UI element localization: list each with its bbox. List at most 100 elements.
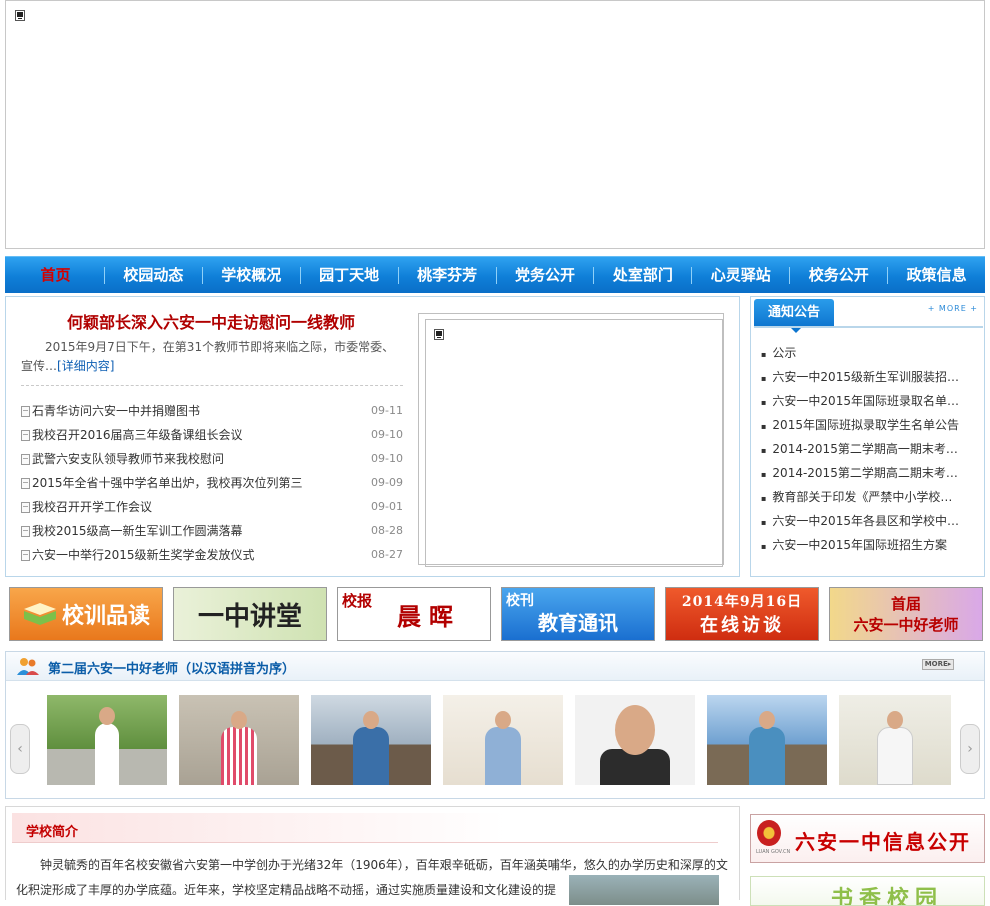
- person-figure: [749, 727, 785, 785]
- teachers-title: 第二届六安一中好老师（以汉语拼音为序）: [48, 662, 296, 677]
- notice-more-link[interactable]: + MORE +: [928, 304, 978, 313]
- notice-item[interactable]: 教育部关于印发《严禁中小学校…: [761, 485, 976, 509]
- info-disclosure-label: 六安一中信息公开: [795, 830, 971, 854]
- teachers-more-button[interactable]: MORE▸: [922, 659, 954, 670]
- nav-policy[interactable]: 政策信息: [888, 257, 985, 294]
- document-icon: [21, 549, 30, 561]
- good-teacher-banner[interactable]: 首届 六安一中好老师: [829, 587, 983, 641]
- person-head: [759, 711, 775, 729]
- list-item[interactable]: 石青华访问六安一中并捐赠图书 09-11: [21, 399, 403, 423]
- notice-item[interactable]: 公示: [761, 341, 976, 365]
- newspaper-banner[interactable]: 校报 晨晖: [337, 587, 491, 641]
- nav-party-affairs[interactable]: 党务公开: [497, 257, 594, 294]
- nav-departments[interactable]: 处室部门: [594, 257, 691, 294]
- journal-banner[interactable]: 校刊 教育通讯: [501, 587, 655, 641]
- tab-notices[interactable]: 通知公告: [754, 299, 834, 333]
- nav-school-affairs[interactable]: 校务公开: [790, 257, 887, 294]
- teacher-photo[interactable]: [839, 695, 951, 785]
- news-summary: 2015年9月7日下午，在第31个教师节即将来临之际，市委常委、宣传…[详细内容…: [21, 338, 401, 376]
- people-icon: [17, 658, 39, 675]
- news-title[interactable]: 我校召开开学工作会议: [32, 495, 369, 519]
- document-icon: [21, 453, 30, 465]
- list-item[interactable]: 武警六安支队领导教师节来我校慰问 09-10: [21, 447, 403, 471]
- document-icon: [21, 477, 30, 489]
- teacher-photo[interactable]: [575, 695, 695, 785]
- news-title[interactable]: 武警六安支队领导教师节来我校慰问: [32, 447, 369, 471]
- news-headline[interactable]: 何颖部长深入六安一中走访慰问一线教师: [6, 309, 416, 333]
- lecture-banner-label: 一中讲堂: [197, 601, 302, 632]
- news-photo-frame[interactable]: [418, 313, 724, 567]
- nav-school-overview[interactable]: 学校概况: [203, 257, 300, 294]
- lecture-banner[interactable]: 一中讲堂: [173, 587, 327, 641]
- nav-teachers[interactable]: 园丁天地: [301, 257, 398, 294]
- news-title[interactable]: 2015年全省十强中学名单出炉，我校再次位列第三: [32, 471, 369, 495]
- nav-alumni[interactable]: 桃李芬芳: [399, 257, 496, 294]
- school-intro: 学校简介 钟灵毓秀的百年名校安徽省六安第一中学创办于光绪32年（1906年），百…: [5, 806, 740, 905]
- info-disclosure-banner[interactable]: LUAN GOV.CN 六安一中信息公开: [750, 814, 985, 863]
- teacher-photo[interactable]: [47, 695, 167, 785]
- motto-banner-label: 校训品读: [61, 603, 150, 629]
- notice-item[interactable]: 六安一中2015年各县区和学校中…: [761, 509, 976, 533]
- news-date: 08-27: [371, 548, 403, 561]
- motto-banner[interactable]: 校训品读: [9, 587, 163, 641]
- person-head: [615, 705, 655, 755]
- person-figure: [877, 727, 913, 785]
- teacher-photo[interactable]: [179, 695, 299, 785]
- teacher-photo[interactable]: [707, 695, 827, 785]
- notice-item[interactable]: 六安一中2015级新生军训服装招…: [761, 365, 976, 389]
- document-icon: [21, 405, 30, 417]
- divider: [754, 326, 983, 328]
- newspaper-banner-small: 校报: [342, 592, 373, 610]
- person-head: [495, 711, 511, 729]
- list-item[interactable]: 我校召开2016届高三年级备课组长会议 09-10: [21, 423, 403, 447]
- news-date: 09-01: [371, 500, 403, 513]
- scroll-right-button[interactable]: ›: [960, 724, 980, 774]
- nav-psychology[interactable]: 心灵驿站: [692, 257, 789, 294]
- notice-item[interactable]: 2014-2015第二学期高一期末考…: [761, 437, 976, 461]
- notice-item[interactable]: 2015年国际班拟录取学生名单公告: [761, 413, 976, 437]
- news-panel: 何颖部长深入六安一中走访慰问一线教师 2015年9月7日下午，在第31个教师节即…: [5, 296, 740, 577]
- person-head: [99, 707, 115, 725]
- news-title[interactable]: 我校2015级高一新生军训工作圆满落幕: [32, 519, 369, 543]
- news-title[interactable]: 我校召开2016届高三年级备课组长会议: [32, 423, 369, 447]
- teacher-photo[interactable]: [311, 695, 431, 785]
- list-item[interactable]: 我校召开开学工作会议 09-01: [21, 495, 403, 519]
- news-date: 09-11: [371, 404, 403, 417]
- divider: [21, 385, 403, 386]
- list-item[interactable]: 六安一中举行2015级新生奖学金发放仪式 08-27: [21, 543, 403, 567]
- person-head: [363, 711, 379, 729]
- notice-list: 公示 六安一中2015级新生军训服装招… 六安一中2015年国际班录取名单… 2…: [761, 341, 976, 557]
- scroll-left-button[interactable]: ‹: [10, 724, 30, 774]
- list-item[interactable]: 我校2015级高一新生军训工作圆满落幕 08-28: [21, 519, 403, 543]
- list-item[interactable]: 2015年全省十强中学名单出炉，我校再次位列第三 09-09: [21, 471, 403, 495]
- detail-link[interactable]: [详细内容]: [57, 359, 114, 373]
- person-figure: [353, 727, 389, 785]
- document-icon: [21, 501, 30, 513]
- notice-item[interactable]: 六安一中2015年国际班招生方案: [761, 533, 976, 557]
- broken-image-icon: [15, 10, 25, 21]
- interview-label: 在线访谈: [700, 615, 784, 636]
- notice-item[interactable]: 2014-2015第二学期高二期末考…: [761, 461, 976, 485]
- newspaper-banner-label: 晨晖: [397, 601, 461, 631]
- news-title[interactable]: 六安一中举行2015级新生奖学金发放仪式: [32, 543, 369, 567]
- news-title[interactable]: 石青华访问六安一中并捐赠图书: [32, 399, 369, 423]
- scholarly-campus-banner[interactable]: 书香校园: [750, 876, 985, 906]
- news-photo: [425, 319, 723, 567]
- intro-text: 钟灵毓秀的百年名校安徽省六安第一中学创办于光绪32年（1906年），百年艰辛砥砺…: [16, 858, 728, 897]
- person-figure: [485, 727, 521, 785]
- person-figure: [221, 727, 257, 785]
- journal-banner-label: 教育通讯: [538, 610, 618, 635]
- good-teacher-banner-small: 首届: [890, 595, 921, 613]
- notice-item[interactable]: 六安一中2015年国际班录取名单…: [761, 389, 976, 413]
- news-list: 石青华访问六安一中并捐赠图书 09-11 我校召开2016届高三年级备课组长会议 0…: [21, 399, 403, 567]
- nav-campus-news[interactable]: 校园动态: [105, 257, 202, 294]
- good-teacher-banner-label: 六安一中好老师: [853, 616, 959, 634]
- interview-banner[interactable]: 2014年9月16日 在线访谈: [665, 587, 819, 641]
- emblem-caption: LUAN GOV.CN: [756, 849, 791, 855]
- nav-home[interactable]: 首页: [7, 257, 104, 294]
- news-date: 09-09: [371, 476, 403, 489]
- national-emblem-icon: [757, 820, 781, 846]
- journal-banner-small: 校刊: [506, 593, 534, 609]
- teacher-photo[interactable]: [443, 695, 563, 785]
- news-date: 08-28: [371, 524, 403, 537]
